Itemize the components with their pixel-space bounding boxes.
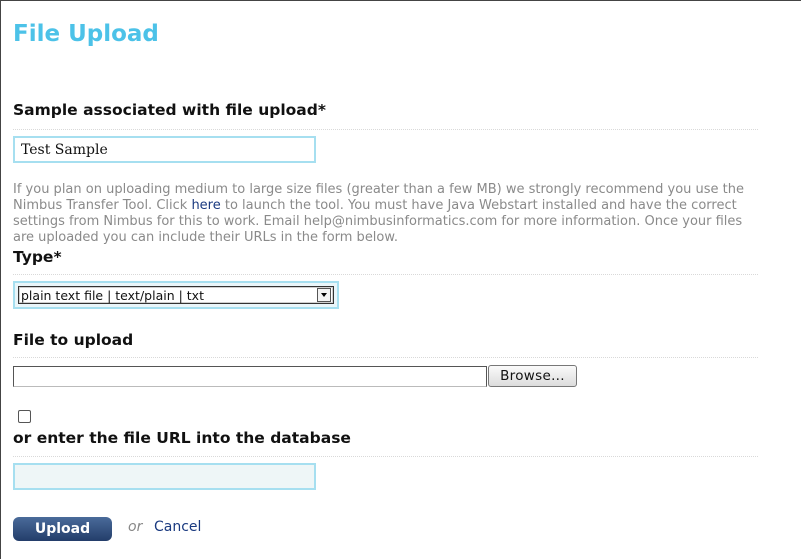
url-checkbox[interactable] — [18, 410, 31, 423]
type-select-box[interactable]: plain text file | text/plain | txt — [18, 286, 334, 304]
upload-button[interactable]: Upload — [13, 517, 112, 541]
url-label: or enter the file URL into the database — [13, 429, 351, 447]
sample-divider — [13, 129, 758, 130]
browse-button[interactable]: Browse... — [488, 365, 577, 387]
transfer-tool-hint: If you plan on uploading medium to large… — [13, 182, 758, 246]
type-label: Type* — [13, 248, 62, 266]
or-separator: or — [128, 519, 143, 535]
chevron-down-icon[interactable] — [317, 288, 331, 302]
type-divider — [13, 274, 758, 275]
page-title: File Upload — [13, 21, 159, 47]
file-label: File to upload — [13, 331, 134, 349]
cancel-link[interactable]: Cancel — [154, 519, 201, 535]
type-select[interactable]: plain text file | text/plain | txt — [13, 281, 339, 309]
transfer-tool-link[interactable]: here — [191, 198, 220, 213]
sample-input[interactable] — [13, 136, 316, 163]
file-divider — [13, 357, 758, 358]
url-input[interactable] — [13, 463, 316, 490]
sample-label: Sample associated with file upload* — [13, 101, 326, 119]
file-path-field[interactable] — [13, 366, 487, 387]
type-selected-value: plain text file | text/plain | txt — [21, 287, 204, 303]
url-divider — [13, 456, 758, 457]
